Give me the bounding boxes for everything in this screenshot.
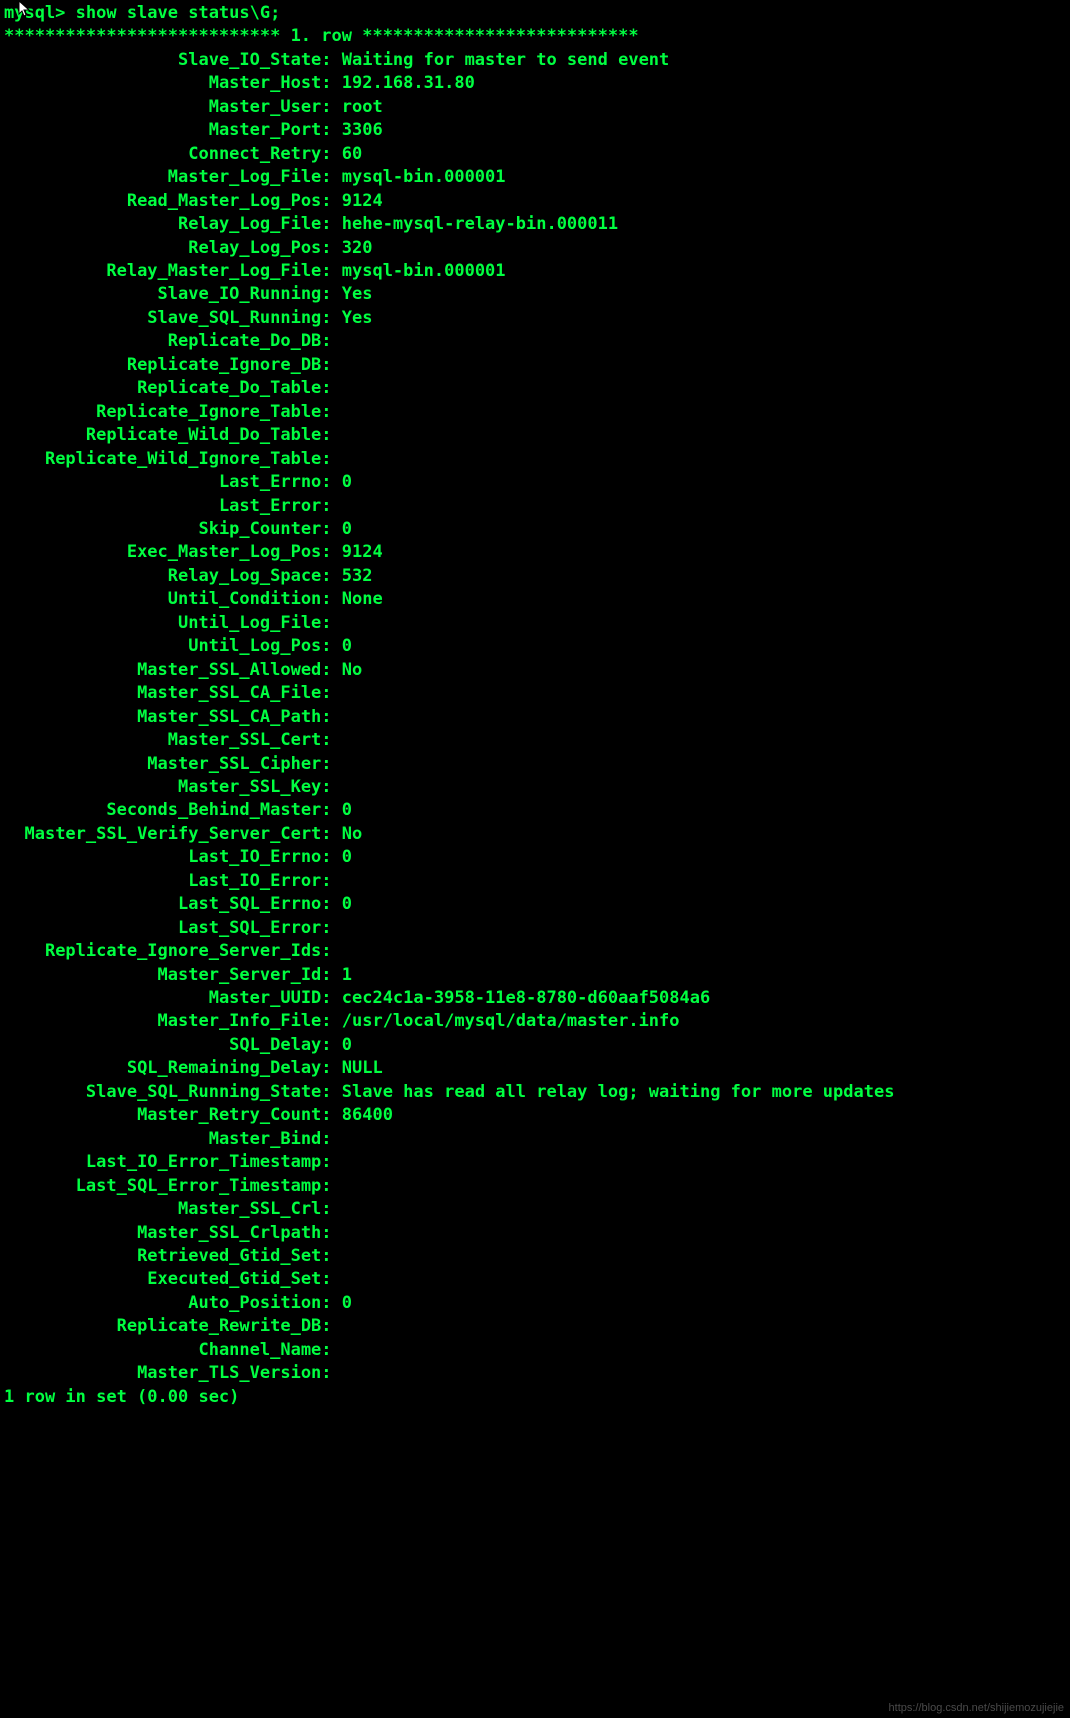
mouse-cursor-icon	[18, 0, 32, 18]
watermark-text: https://blog.csdn.net/shijiemozujiejie	[889, 1701, 1064, 1716]
terminal-output[interactable]: mysql> show slave status\G; ************…	[4, 2, 1066, 1409]
